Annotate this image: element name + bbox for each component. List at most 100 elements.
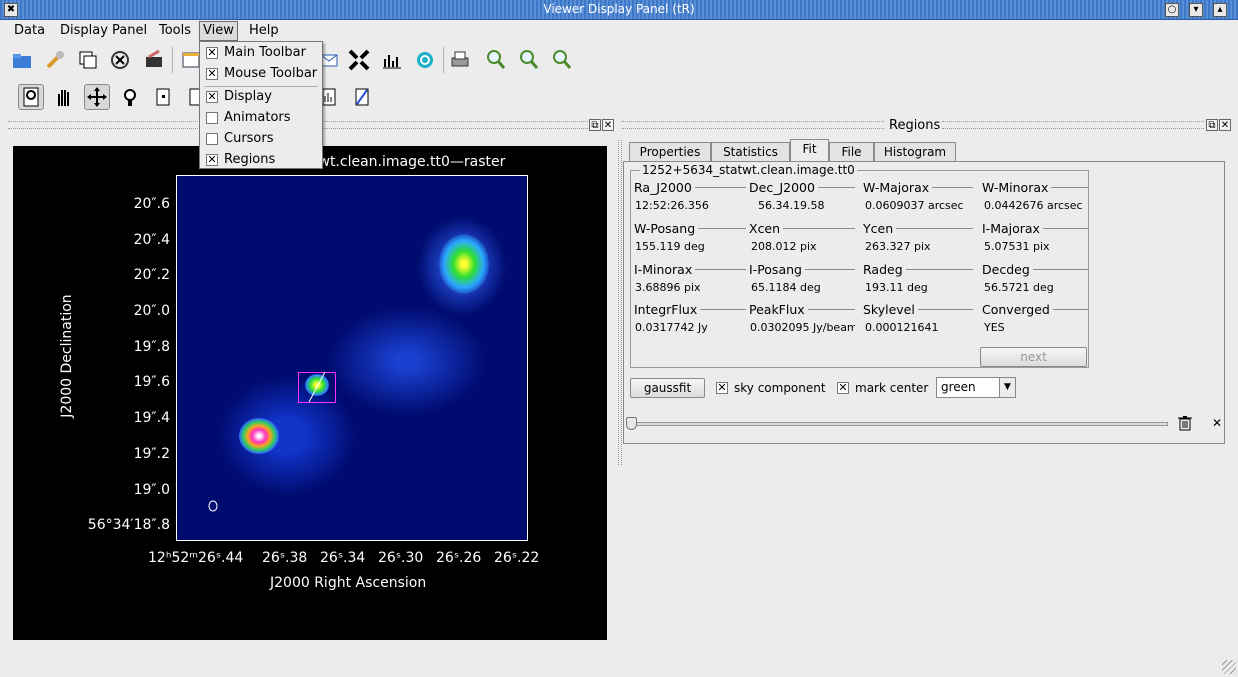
zoom-fit-icon[interactable] [549, 47, 575, 73]
x-tick: 26ˢ.22 [494, 550, 540, 566]
field-label: Decdeg [982, 262, 1088, 277]
menu-view[interactable]: View [199, 21, 238, 41]
tab-file[interactable]: File [829, 142, 874, 162]
field-label: I-Minorax [634, 262, 746, 277]
fit-ellipse-overlay [208, 371, 326, 512]
field-value: YES [984, 321, 1005, 334]
close-icon[interactable]: ✕ [1212, 416, 1222, 430]
field-value: 0.0317742 Jy [635, 321, 708, 334]
field-label: Xcen [749, 221, 855, 236]
field-value: 12:52:26.356 [635, 199, 709, 212]
target-icon[interactable] [412, 47, 438, 73]
field-label: W-Posang [634, 221, 746, 236]
field-value: 65.1184 deg [751, 281, 821, 294]
field-label: Ycen [863, 221, 973, 236]
position-tool-icon[interactable] [150, 84, 176, 110]
view-menu-display[interactable]: ✕ Display [206, 89, 272, 104]
mark-center-checkbox[interactable]: ✕ mark center [837, 381, 928, 395]
open-icon[interactable] [10, 47, 36, 73]
y-axis-title: J2000 Declination [59, 294, 75, 418]
save-icon[interactable] [141, 47, 167, 73]
field-value: 0.0302095 Jy/beam [750, 321, 855, 334]
view-menu-regions[interactable]: ✕ Regions [206, 152, 275, 167]
close-display-icon[interactable]: ✕ [602, 119, 614, 131]
y-tick: 19″.0 [133, 482, 170, 498]
x-tick: 26ˢ.30 [378, 550, 424, 566]
gaussfit-button[interactable]: gaussfit [630, 378, 705, 398]
window-restore-icon[interactable]: ○ [1165, 3, 1179, 17]
view-menu-mouse-toolbar[interactable]: ✕ Mouse Toolbar [206, 66, 317, 81]
region-slider-track[interactable] [630, 422, 1168, 426]
x-tick: 26ˢ.38 [262, 550, 308, 566]
colormap-tool-icon[interactable] [117, 84, 143, 110]
wrench-icon[interactable] [42, 47, 68, 73]
tab-statistics[interactable]: Statistics [711, 142, 790, 162]
tab-histogram[interactable]: Histogram [874, 142, 956, 162]
close-circle-icon[interactable] [108, 47, 134, 73]
zoom-in-icon[interactable] [483, 47, 509, 73]
image-title: twt.clean.image.tt0—raster [313, 154, 506, 170]
float-regions-icon[interactable]: ⧉ [1206, 119, 1218, 131]
view-menu-main-toolbar[interactable]: ✕ Main Toolbar [206, 45, 306, 60]
field-value: 193.11 deg [865, 281, 928, 294]
x-tick: 12ʰ52ᵐ26ˢ.44 [148, 550, 244, 566]
dock-splitter[interactable] [618, 140, 622, 465]
window-minimize-icon[interactable]: ▾ [1189, 3, 1203, 17]
field-label: I-Majorax [982, 221, 1088, 236]
menu-data[interactable]: Data [14, 23, 45, 38]
polyline-tool-icon[interactable] [349, 84, 375, 110]
view-menu-cursors[interactable]: Cursors [206, 131, 274, 146]
print-icon[interactable] [447, 47, 473, 73]
move-arrows-icon[interactable] [84, 84, 110, 110]
tab-fit[interactable]: Fit [790, 139, 829, 162]
checkbox-checked-icon: ✕ [206, 89, 218, 103]
sky-component-checkbox[interactable]: ✕ sky component [716, 381, 826, 395]
main-toolbar [0, 47, 1238, 81]
y-tick: 19″.6 [133, 374, 170, 390]
copy-icon[interactable] [75, 47, 101, 73]
field-value: 0.0609037 arcsec [865, 199, 964, 212]
field-label: W-Majorax [863, 180, 973, 195]
shrink-icon[interactable] [346, 47, 372, 73]
checkbox-empty-icon [206, 132, 218, 145]
pan-hand-icon[interactable] [51, 84, 77, 110]
y-tick: 19″.2 [133, 446, 170, 462]
menu-tools[interactable]: Tools [159, 23, 191, 38]
field-label: Skylevel [863, 302, 973, 317]
menu-help[interactable]: Help [249, 23, 279, 38]
view-menu-animators[interactable]: Animators [206, 110, 291, 125]
field-label: Converged [982, 302, 1088, 317]
window-titlebar[interactable]: ✖ Viewer Display Panel (tR) ○ ▾ ▴ [0, 0, 1238, 20]
menu-display-panel[interactable]: Display Panel [60, 23, 147, 38]
window-title: Viewer Display Panel (tR) [543, 2, 695, 16]
raster-plot[interactable] [176, 175, 528, 541]
color-select[interactable]: green ▼ [936, 377, 1016, 398]
resize-grip-icon[interactable] [1222, 660, 1236, 674]
field-value: 56.5721 deg [984, 281, 1054, 294]
fit-group-title: 1252+5634_statwt.clean.image.tt0 [640, 163, 857, 177]
menubar: Data Display Panel Tools View Help [0, 20, 1238, 42]
field-value: 208.012 pix [751, 240, 817, 253]
y-tick: 19″.8 [133, 339, 170, 355]
x-tick: 26ˢ.26 [436, 550, 482, 566]
region-slider-handle[interactable] [626, 417, 637, 430]
x-tick: 26ˢ.34 [320, 550, 366, 566]
zoom-mouse-tool-icon[interactable] [18, 84, 44, 110]
float-display-icon[interactable]: ⧉ [589, 119, 601, 131]
window-maximize-icon[interactable]: ▴ [1213, 3, 1227, 17]
y-tick: 19″.4 [133, 410, 170, 426]
field-label: W-Minorax [982, 180, 1088, 195]
field-label: Ra_J2000 [634, 180, 746, 195]
next-button[interactable]: next [980, 347, 1087, 367]
close-regions-icon[interactable]: ✕ [1219, 119, 1231, 131]
chevron-down-icon: ▼ [999, 378, 1015, 397]
checkbox-empty-icon [206, 111, 218, 124]
trash-icon[interactable] [1177, 415, 1193, 435]
field-value: 263.327 pix [865, 240, 931, 253]
mouse-toolbar [0, 84, 1238, 118]
checkbox-checked-icon: ✕ [837, 381, 849, 394]
field-label: I-Posang [749, 262, 855, 277]
tab-properties[interactable]: Properties [629, 142, 711, 162]
histogram-icon[interactable] [379, 47, 405, 73]
zoom-out-icon[interactable] [516, 47, 542, 73]
